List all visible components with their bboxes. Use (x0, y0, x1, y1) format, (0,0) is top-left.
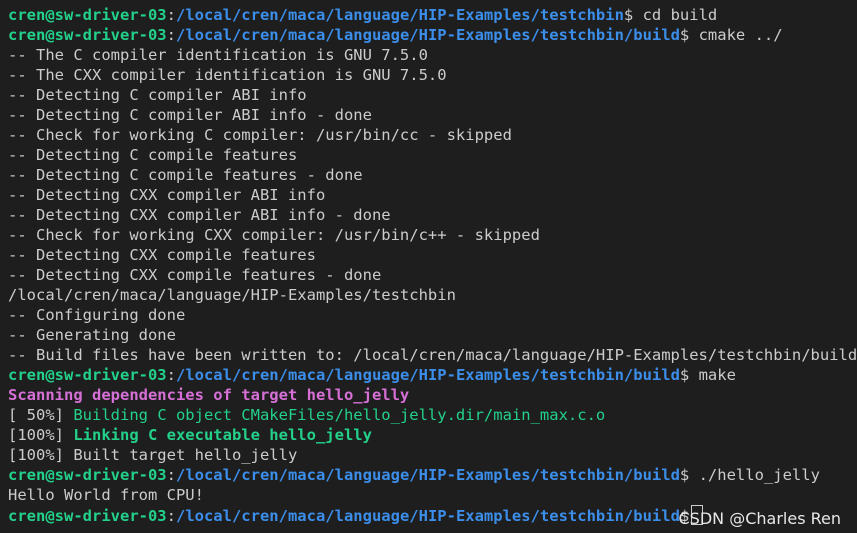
output-line: -- The CXX compiler identification is GN… (8, 65, 853, 85)
prompt-path: /local/cren/maca/language/HIP-Examples/t… (175, 26, 680, 44)
output-line: -- Detecting CXX compile features - done (8, 265, 853, 285)
output-text: [100%] Built target hello_jelly (8, 446, 298, 464)
command-text: make (689, 366, 736, 384)
prompt-dollar: $ (679, 26, 690, 44)
output-text: -- The CXX compiler identification is GN… (8, 66, 447, 84)
command-text: ./hello_jelly (689, 466, 820, 484)
prompt-dollar: $ (623, 6, 634, 24)
command-text: cmake ../ (689, 26, 783, 44)
output-line: -- Detecting CXX compiler ABI info - don… (8, 205, 853, 225)
prompt-user: cren@sw-driver-03 (8, 6, 167, 24)
output-line: [ 50%] Building C object CMakeFiles/hell… (8, 405, 853, 425)
output-line: [100%] Linking C executable hello_jelly (8, 425, 853, 445)
prompt-colon: : (166, 466, 176, 484)
output-text: -- The C compiler identification is GNU … (8, 46, 428, 64)
output-text: -- Configuring done (8, 306, 186, 324)
command-text: cd build (633, 6, 718, 24)
output-text: -- Check for working C compiler: /usr/bi… (8, 126, 512, 144)
prompt-dollar: $ (679, 466, 690, 484)
output-line: Hello World from CPU! (8, 485, 853, 505)
output-text: -- Detecting C compile features (8, 146, 298, 164)
output-line: -- Detecting CXX compile features (8, 245, 853, 265)
prompt-line: cren@sw-driver-03:/local/cren/maca/langu… (8, 25, 853, 45)
output-line: -- Check for working C compiler: /usr/bi… (8, 125, 853, 145)
output-line: /local/cren/maca/language/HIP-Examples/t… (8, 285, 853, 305)
output-text: Building C object CMakeFiles/hello_jelly… (73, 406, 606, 424)
output-text: -- Generating done (8, 326, 176, 344)
output-line: -- Check for working CXX compiler: /usr/… (8, 225, 853, 245)
prompt-colon: : (166, 507, 176, 525)
prompt-line: cren@sw-driver-03:/local/cren/maca/langu… (8, 465, 853, 485)
output-text: -- Detecting C compiler ABI info - done (8, 106, 372, 124)
output-progress: [ 50%] (8, 406, 74, 424)
output-line: -- Detecting C compiler ABI info - done (8, 105, 853, 125)
output-text: -- Detecting CXX compiler ABI info (8, 186, 326, 204)
output-text: -- Detecting CXX compile features (8, 246, 316, 264)
prompt-colon: : (166, 366, 176, 384)
csdn-watermark: CSDN @Charles Ren (678, 509, 842, 528)
output-text: -- Detecting CXX compiler ABI info - don… (8, 206, 391, 224)
output-text: Scanning dependencies of target hello_je… (8, 386, 410, 404)
output-line: -- Build files have been written to: /lo… (8, 345, 857, 365)
output-text: -- Detecting C compiler ABI info (8, 86, 307, 104)
output-text: -- Detecting C compile features - done (8, 166, 363, 184)
terminal-output[interactable]: cren@sw-driver-03:/local/cren/maca/langu… (8, 5, 857, 525)
output-line: -- Configuring done (8, 305, 853, 325)
output-line: -- Detecting C compiler ABI info (8, 85, 853, 105)
prompt-user: cren@sw-driver-03 (8, 507, 167, 525)
prompt-path: /local/cren/maca/language/HIP-Examples/t… (175, 466, 680, 484)
output-line: -- Generating done (8, 325, 853, 345)
output-line: Scanning dependencies of target hello_je… (8, 385, 853, 405)
output-text: -- Build files have been written to: /lo… (8, 346, 857, 364)
prompt-path: /local/cren/maca/language/HIP-Examples/t… (175, 6, 624, 24)
output-line: -- Detecting C compile features - done (8, 165, 853, 185)
prompt-user: cren@sw-driver-03 (8, 366, 167, 384)
prompt-line: cren@sw-driver-03:/local/cren/maca/langu… (8, 365, 853, 385)
prompt-colon: : (166, 6, 176, 24)
output-line: -- Detecting CXX compiler ABI info (8, 185, 853, 205)
output-text: -- Check for working CXX compiler: /usr/… (8, 226, 540, 244)
output-line: [100%] Built target hello_jelly (8, 445, 853, 465)
prompt-dollar: $ (679, 366, 690, 384)
prompt-path: /local/cren/maca/language/HIP-Examples/t… (175, 507, 680, 525)
prompt-user: cren@sw-driver-03 (8, 26, 167, 44)
output-progress: [100%] (8, 426, 74, 444)
output-text: Hello World from CPU! (8, 486, 204, 504)
prompt-path: /local/cren/maca/language/HIP-Examples/t… (175, 366, 680, 384)
output-line: -- The C compiler identification is GNU … (8, 45, 853, 65)
output-line: -- Detecting C compile features (8, 145, 853, 165)
prompt-colon: : (166, 26, 176, 44)
prompt-line: cren@sw-driver-03:/local/cren/maca/langu… (8, 5, 853, 25)
prompt-user: cren@sw-driver-03 (8, 466, 167, 484)
output-text: Linking C executable hello_jelly (73, 426, 372, 444)
output-text: -- Detecting CXX compile features - done (8, 266, 382, 284)
output-text: /local/cren/maca/language/HIP-Examples/t… (8, 286, 456, 304)
